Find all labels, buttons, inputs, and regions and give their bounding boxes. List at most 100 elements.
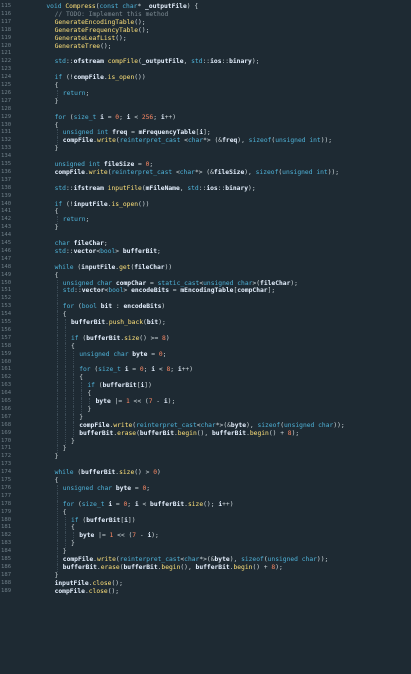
code-line[interactable]: 173 [0,461,411,469]
line-number: 183 [1,540,12,547]
code-line[interactable]: 142 return; [0,216,411,225]
code-line[interactable]: 124 if (!compFile.is_open()) [0,74,411,82]
indent-guide [56,508,58,517]
code-line[interactable]: 132 compFile.write(reinterpret_cast <char… [0,137,411,146]
code-line[interactable]: 170} [0,437,411,446]
code-line[interactable]: 186 bufferBit.erase(bufferBit.begin(), bu… [0,563,411,572]
indent-guide [64,532,66,541]
code-line[interactable]: 119 GenerateLeafList(); [0,35,411,43]
code-line[interactable]: 185 compFile.write(reinterpret_cast<char*… [0,556,411,564]
code-line[interactable]: 172} [0,453,411,461]
line-number: 136 [1,168,12,175]
code-line[interactable]: 187} [0,572,411,580]
code-line[interactable]: 159 unsigned char byte = 0; [0,350,411,359]
code-line[interactable]: 188 inputFile.close(); [0,580,411,588]
code-line[interactable]: 177 [0,492,411,501]
code-line[interactable]: 134 [0,153,411,161]
code-line[interactable]: 182 byte |= 1 << (7 - i); [0,532,411,541]
code-line[interactable]: 162 { [0,374,411,383]
code-editor[interactable]: 115 void Compress(const char* _outputFile… [0,0,411,674]
code-line[interactable]: 128 [0,106,411,114]
code-line[interactable]: 166} [0,405,411,414]
code-line[interactable]: 176 unsigned char byte = 0; [0,484,411,493]
line-number: 144 [1,232,12,239]
code-line[interactable]: 151 std::vector<bool> encodeBits = mEncod… [0,287,411,296]
code-line[interactable]: 138 std::ifstream inputFile(mFileName, st… [0,185,411,193]
code-line[interactable]: 149 { [0,272,411,280]
code-line[interactable]: 146 std::vector<bool> bufferBit; [0,248,411,256]
indent-guide [64,540,66,549]
line-number: 120 [1,42,12,49]
code-line[interactable]: 155 bufferBit.push_back(bit); [0,319,411,327]
code-area[interactable]: 115 void Compress(const char* _outputFile… [0,0,411,674]
code-line[interactable]: 116 // TODO: Implement this method [0,11,411,19]
code-line[interactable]: 147 [0,256,411,264]
line-number: 187 [1,571,12,578]
code-line[interactable]: 189 compFile.close(); [0,588,411,596]
code-line[interactable]: 167} [0,413,411,422]
code-text: unsigned char byte = 0; [79,350,167,358]
code-text: { [62,311,67,319]
code-text: bufferBit.push_back(bit); [71,319,166,326]
code-line[interactable]: 117 GenerateEncodingTable(); [0,19,411,27]
code-line[interactable]: 158 { [0,342,411,351]
code-line[interactable]: 145 char fileChar; [0,240,411,248]
indent-guide [56,366,58,375]
code-line[interactable]: 180 if (bufferBit[i]) [0,516,411,525]
code-text: } [87,405,92,413]
code-line[interactable]: 161 for (size_t i = 0; i < 8; i++) [0,366,411,375]
code-text: if (bufferBit[i]) [87,382,152,390]
code-line[interactable]: 168 compFile.write(reinterpret_cast<char*… [0,421,411,430]
code-line[interactable]: 184} [0,548,411,556]
code-line[interactable]: 164 { [0,390,411,398]
code-line[interactable]: 120 GenerateTree(); [0,43,411,51]
code-line[interactable]: 156 [0,326,411,335]
code-line[interactable]: 165 byte |= 1 << (7 - i); [0,398,411,406]
code-line[interactable]: 126 return; [0,89,411,98]
indent-guide [56,548,58,556]
code-line[interactable]: 154 { [0,311,411,319]
code-line[interactable]: 174 while (bufferBit.size() > 0) [0,469,411,477]
code-line[interactable]: 118 GenerateFrequencyTable(); [0,27,411,35]
indent-guide [64,326,66,335]
code-line[interactable]: 169 bufferBit.erase(bufferBit.begin(), bu… [0,429,411,438]
code-line[interactable]: 144 [0,232,411,240]
code-line[interactable]: 153 for (bool bit : encodeBits) [0,303,411,312]
code-line[interactable]: 137 [0,177,411,185]
code-line[interactable]: 183} [0,540,411,549]
code-line[interactable]: 141 { [0,208,411,216]
code-line[interactable]: 171} [0,445,411,454]
code-line[interactable]: 143} [0,224,411,232]
line-number: 185 [1,556,12,562]
code-line[interactable]: 179 { [0,508,411,517]
indent-guide [56,129,58,138]
indent-guide [64,350,66,359]
code-text: return; [62,216,90,224]
code-line[interactable]: 148 while (inputFile.get(fileChar)) [0,264,411,272]
code-line[interactable]: 178 for (size_t i = 0; i < bufferBit.size… [0,500,411,509]
line-number: 161 [1,366,12,373]
line-number: 116 [1,10,12,17]
code-line[interactable]: 115 void Compress(const char* _outputFile… [0,3,411,11]
code-line[interactable]: 123 [0,66,411,74]
code-line[interactable]: 175 { [0,477,411,485]
code-line[interactable]: 125 { [0,82,411,90]
code-text: compFile.write(reinterpret_cast<char*>(&… [62,556,329,563]
code-text: compFile.write(reinterpret_cast<char*>(&… [79,421,345,429]
code-line[interactable]: 157 if (bufferBit.size() >= 8) [0,334,411,343]
code-line[interactable]: 139 [0,193,411,201]
code-line[interactable]: 135 unsigned int fileSize = 0; [0,161,411,169]
code-line[interactable]: 136 compFile.write(reinterpret_cast <char… [0,169,411,177]
code-line[interactable]: 122 std::ofstream compFile(_outputFile, s… [0,58,411,66]
code-line[interactable]: 163 if (bufferBit[i]) [0,382,411,391]
code-line[interactable]: 160 [0,358,411,367]
indent-guide [73,405,74,414]
code-line[interactable]: 152 [0,295,411,304]
code-line[interactable]: 127} [0,98,411,106]
code-line[interactable]: 140 if (!inputFile.is_open()) [0,201,411,209]
code-text: std::vector<bool> bufferBit; [54,247,161,255]
line-number: 139 [1,192,12,199]
code-line[interactable]: 133} [0,145,411,153]
code-line[interactable]: 129 for (size_t i = 0; i < 256; i++) [0,114,411,122]
code-line[interactable]: 181 { [0,524,411,533]
